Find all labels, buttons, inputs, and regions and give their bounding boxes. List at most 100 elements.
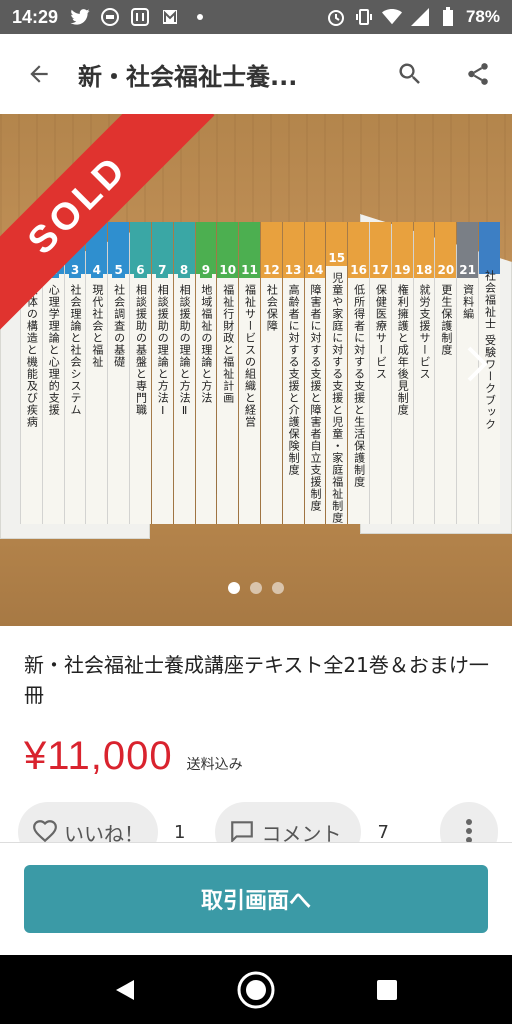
book-body: 15 児童や家庭に対する支援と児童・家庭福祉制度 bbox=[326, 250, 348, 524]
carousel-dot[interactable] bbox=[272, 582, 284, 594]
book-volume-number: 13 bbox=[282, 262, 304, 278]
book-body: 14 障害者に対する支援と障害者自立支援制度 bbox=[304, 262, 326, 524]
status-time: 14:29 bbox=[12, 6, 59, 27]
carousel-indicator bbox=[0, 582, 512, 594]
vibrate-icon bbox=[354, 7, 374, 27]
signal-icon bbox=[410, 7, 430, 27]
book-spine: 5 社会調査の基礎 bbox=[107, 222, 130, 524]
book-spine: 6 相談援助の基盤と専門職 bbox=[129, 222, 151, 524]
book-body: 11 福祉サービスの組織と経営 bbox=[239, 262, 260, 524]
book-title: 社会理論と社会システム bbox=[69, 284, 83, 416]
book-volume-number: 12 bbox=[260, 262, 282, 278]
book-volume-number: 8 bbox=[177, 262, 191, 278]
book-body: 20 更生保護制度 bbox=[435, 262, 457, 524]
book-spine: 11 福祉サービスの組織と経営 bbox=[238, 222, 260, 524]
book-body: 17 保健医療サービス bbox=[370, 262, 391, 524]
book-volume-number: 21 bbox=[457, 262, 478, 278]
nav-back-button[interactable] bbox=[101, 966, 149, 1014]
search-icon bbox=[399, 63, 420, 84]
price-row: ¥11,000 送料込み bbox=[24, 734, 243, 779]
book-title: 福祉サービスの組織と経営 bbox=[243, 284, 257, 428]
book-spine: 8 相談援助の理論と方法Ⅱ bbox=[172, 222, 195, 524]
book-volume-number: 18 bbox=[413, 262, 435, 278]
book-title: 地域福祉の理論と方法 bbox=[199, 284, 213, 404]
more-options-button[interactable] bbox=[440, 802, 498, 842]
book-title: 人体の構造と機能及び疾病 bbox=[25, 284, 39, 428]
book-title: 児童や家庭に対する支援と児童・家庭福祉制度 bbox=[330, 272, 344, 524]
comment-label: コメント bbox=[261, 822, 342, 842]
next-photo-button[interactable] bbox=[462, 344, 492, 384]
book-spine: 13 高齢者に対する支援と介護保険制度 bbox=[281, 222, 304, 524]
like-button[interactable]: いいね！ bbox=[18, 802, 158, 842]
book-title: 障害者に対する支援と障害者自立支援制度 bbox=[308, 284, 322, 512]
book-spine: 14 障害者に対する支援と障害者自立支援制度 bbox=[303, 222, 326, 524]
book-title: 社会保障 bbox=[265, 284, 279, 332]
book-color-band bbox=[479, 222, 500, 274]
book-title: 福祉行財政と福祉計画 bbox=[221, 284, 235, 404]
social-actions: いいね！ 1 コメント 7 bbox=[18, 802, 498, 842]
carousel-dot[interactable] bbox=[250, 582, 262, 594]
book-volume-number: 10 bbox=[217, 262, 239, 278]
book-body: 16 低所得者に対する支援と生活保護制度 bbox=[348, 262, 369, 524]
app-bar: 新・社会福祉士養... bbox=[0, 34, 512, 114]
book-body: 19 権利擁護と成年後見制度 bbox=[391, 262, 413, 524]
book-volume-number: 5 bbox=[112, 262, 125, 278]
book-body: 10 福祉行財政と福祉計画 bbox=[217, 262, 239, 524]
triangle-back-icon bbox=[116, 979, 135, 1000]
notification-icons bbox=[70, 7, 210, 27]
book-row: 1人体の構造と機能及び疾病2心理学理論と心理的支援3 社会理論と社会システム 4 現代… bbox=[20, 222, 500, 524]
book-volume-number: 19 bbox=[391, 262, 413, 278]
app-notification-icon bbox=[130, 7, 150, 27]
book-volume-number: 11 bbox=[239, 262, 260, 278]
shipping-label: 送料込み bbox=[186, 757, 243, 773]
book-title: 社会調査の基礎 bbox=[112, 284, 126, 368]
book-body: 13 高齢者に対する支援と介護保険制度 bbox=[282, 262, 304, 524]
book-title: 現代社会と福祉 bbox=[90, 284, 104, 368]
share-button[interactable] bbox=[444, 34, 512, 114]
book-spine: 12 社会保障 bbox=[259, 222, 282, 524]
home-circle-icon bbox=[237, 971, 275, 1008]
book-spine: 3 社会理論と社会システム bbox=[63, 222, 86, 524]
page-title: 新・社会福祉士養... bbox=[78, 62, 298, 91]
go-to-transaction-button[interactable]: 取引画面へ bbox=[24, 865, 488, 933]
book-spine: 9 地域福祉の理論と方法 bbox=[194, 222, 217, 524]
book-body: 9 地域福祉の理論と方法 bbox=[195, 262, 217, 524]
book-volume-number: 16 bbox=[348, 262, 369, 278]
book-volume-number: 14 bbox=[304, 262, 326, 278]
chevron-right-icon bbox=[467, 346, 488, 382]
alarm-icon bbox=[326, 7, 346, 27]
book-spine: 7 相談援助の理論と方法Ⅰ bbox=[150, 222, 173, 524]
book-body: 21 資料編 bbox=[457, 262, 479, 524]
battery-percent: 78% bbox=[465, 7, 500, 26]
book-body: 7 相談援助の理論と方法Ⅰ bbox=[151, 262, 173, 524]
book-body: 18 就労支援サービス bbox=[413, 262, 435, 524]
book-title: 保健医療サービス bbox=[374, 284, 388, 380]
book-body: 2心理学理論と心理的支援 bbox=[42, 262, 64, 524]
nav-recents-button[interactable] bbox=[363, 966, 411, 1014]
book-spine: 19 権利擁護と成年後見制度 bbox=[390, 222, 413, 524]
book-title: 低所得者に対する支援と生活保護制度 bbox=[352, 284, 366, 488]
comment-button[interactable]: コメント bbox=[215, 802, 362, 842]
book-volume-number: 3 bbox=[68, 262, 82, 278]
book-title: 就労支援サービス bbox=[418, 284, 432, 380]
search-button[interactable] bbox=[376, 34, 444, 114]
book-volume-number: 4 bbox=[90, 262, 104, 278]
arrow-back-icon bbox=[30, 65, 48, 83]
nav-home-button[interactable] bbox=[232, 966, 280, 1014]
wifi-icon bbox=[381, 7, 402, 27]
carousel-dot[interactable] bbox=[228, 582, 240, 594]
book-volume-number: 15 bbox=[326, 250, 348, 266]
book-spine: 16 低所得者に対する支援と生活保護制度 bbox=[347, 222, 369, 524]
book-title: 権利擁護と成年後見制度 bbox=[396, 284, 410, 416]
product-photo-carousel[interactable]: 1人体の構造と機能及び疾病2心理学理論と心理的支援3 社会理論と社会システム 4 現代… bbox=[0, 114, 512, 626]
book-title: 相談援助の理論と方法Ⅰ bbox=[156, 284, 170, 418]
heart-icon bbox=[33, 820, 57, 842]
book-body: 5 社会調査の基礎 bbox=[108, 262, 130, 524]
book-volume-number: 17 bbox=[370, 262, 391, 278]
share-icon bbox=[468, 63, 488, 85]
book-spine: 10 福祉行財政と福祉計画 bbox=[216, 222, 239, 524]
status-bar: 14:29 78% bbox=[0, 0, 512, 34]
book-spine: 4 現代社会と福祉 bbox=[85, 222, 108, 524]
book-body: 社会福祉士 受験ワークブック bbox=[479, 262, 500, 524]
back-button[interactable] bbox=[0, 34, 78, 114]
